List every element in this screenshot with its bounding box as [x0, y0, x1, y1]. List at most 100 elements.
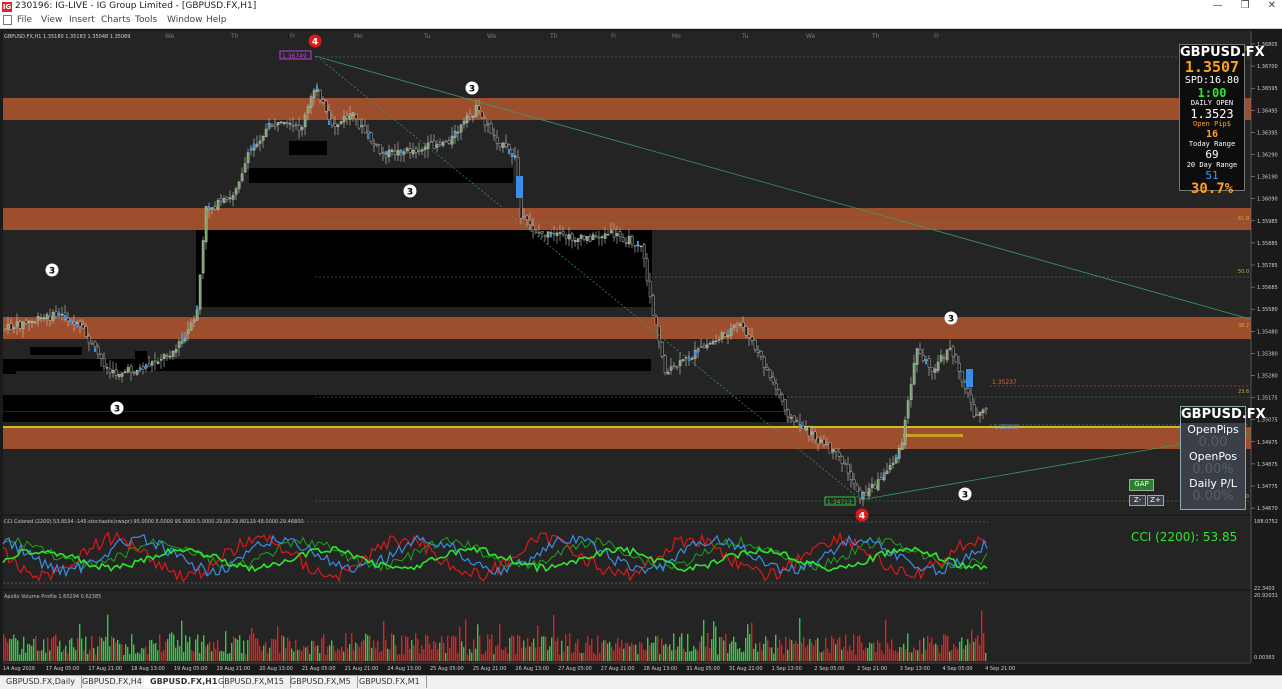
candle-body — [957, 362, 961, 372]
volume-bar — [305, 647, 307, 661]
tab-daily[interactable]: GBPUSD.FX,Daily — [0, 676, 83, 688]
volume-bar — [165, 641, 167, 661]
candle-body — [636, 244, 640, 247]
volume-bar — [541, 636, 543, 661]
candle-body — [954, 354, 958, 363]
volume-bar — [139, 653, 141, 661]
volume-bar — [885, 619, 887, 661]
candle-body — [675, 366, 679, 368]
fib-label-236: 23.6 — [1238, 389, 1249, 395]
candle-body — [66, 317, 70, 322]
gap-button[interactable]: GAP — [1129, 479, 1154, 491]
candle-body — [72, 322, 76, 325]
menu-window[interactable]: Window — [167, 15, 203, 25]
symbol-info-panel: GBPUSD.FX 1.3507 SPD:16.80 1:00 DAILY OP… — [1179, 44, 1265, 197]
zoom-in-button[interactable]: Z+ — [1147, 495, 1164, 506]
volume-bar — [735, 642, 737, 661]
candle-body — [978, 411, 982, 416]
price-chart[interactable]: We Th Fr Mo Tu We Th Fr Mo Tu We Th Fr 3 3 3 3 3 3 4 4 1.36… — [0, 29, 1282, 675]
candle-body — [480, 111, 484, 118]
volume-bar — [123, 654, 125, 661]
candle-body — [498, 142, 502, 148]
volume-bar — [421, 645, 423, 661]
day-label: Tu — [423, 33, 431, 40]
volume-bar — [63, 649, 65, 661]
menu-insert[interactable]: Insert — [69, 15, 95, 25]
tab-m1[interactable]: GBPUSD.FX,M1 — [353, 676, 427, 688]
volume-bar — [381, 650, 383, 661]
volume-bar — [941, 644, 943, 661]
volume-bar — [441, 636, 443, 661]
candle-body — [852, 479, 856, 485]
volume-bar — [723, 640, 725, 661]
candle-body — [345, 116, 349, 119]
volume-bar — [685, 651, 687, 661]
candle-body — [768, 369, 772, 378]
volume-bar — [591, 639, 593, 661]
restore-button[interactable]: ❐ — [1241, 0, 1250, 11]
time-tick-label: 14 Aug 2026 — [3, 666, 35, 672]
candle-body — [648, 280, 652, 298]
candle-body — [690, 357, 694, 360]
volume-bar — [299, 649, 301, 661]
volume-bar — [317, 645, 319, 661]
candle-body — [213, 206, 217, 210]
volume-bar — [263, 645, 265, 661]
volume-bar — [523, 640, 525, 661]
blue-dot — [637, 241, 639, 245]
menu-tools[interactable]: Tools — [135, 15, 157, 25]
menu-help[interactable]: Help — [206, 15, 227, 25]
blue-dot — [511, 153, 513, 157]
candle-body — [939, 355, 943, 362]
candle-body — [921, 355, 925, 362]
tab-m5[interactable]: GBPUSD.FX,M5 — [284, 676, 358, 688]
volume-bar — [517, 634, 519, 661]
volume-bar — [847, 650, 849, 661]
volume-bar — [845, 634, 847, 661]
candle-body — [900, 442, 904, 450]
volume-bar — [811, 642, 813, 661]
volume-bar — [841, 649, 843, 661]
candle-body — [735, 323, 739, 326]
minimize-button[interactable]: — — [1213, 0, 1223, 11]
candle-body — [360, 125, 364, 127]
candle-body — [846, 464, 850, 474]
tab-h4[interactable]: GBPUSD.FX,H4 — [76, 676, 149, 688]
candle-body — [534, 230, 538, 233]
volume-bar — [771, 647, 773, 661]
volume-bar — [443, 642, 445, 661]
blue-dot — [76, 324, 78, 328]
volume-bar — [283, 636, 285, 661]
price-tick-label: 1.35685 — [1257, 285, 1278, 291]
blue-dot — [181, 338, 183, 342]
zoom-out-button[interactable]: Z- — [1129, 495, 1146, 506]
menu-view[interactable]: View — [41, 15, 62, 25]
volume-header: Apollo Volume Profile 1.60294 0.62385 — [4, 594, 101, 600]
volume-bar — [709, 648, 711, 661]
open-pips-value: 0.00 — [1198, 435, 1228, 450]
candle-body — [219, 198, 223, 202]
candle-body — [813, 431, 817, 440]
volume-bar — [19, 654, 21, 661]
volume-bar — [791, 640, 793, 661]
volume-bar — [505, 647, 507, 661]
candle-body — [942, 357, 946, 359]
menu-charts[interactable]: Charts — [101, 15, 130, 25]
volume-bar — [427, 635, 429, 661]
volume-bar — [867, 648, 869, 661]
menu-file[interactable]: File — [17, 15, 32, 25]
close-button[interactable]: ✕ — [1268, 0, 1276, 11]
black-block — [249, 168, 513, 183]
volume-bar — [865, 647, 867, 661]
tab-m15[interactable]: GBPUSD.FX,M15 — [212, 676, 291, 688]
document-icon[interactable] — [3, 15, 12, 25]
candle-body — [546, 231, 550, 238]
volume-bar — [35, 636, 37, 661]
volume-bar — [559, 654, 561, 661]
candle-body — [246, 152, 250, 163]
candle-body — [222, 198, 226, 204]
volume-bar — [273, 639, 275, 661]
volume-bar — [639, 642, 641, 661]
candle-body — [948, 347, 952, 350]
volume-bar — [729, 643, 731, 661]
